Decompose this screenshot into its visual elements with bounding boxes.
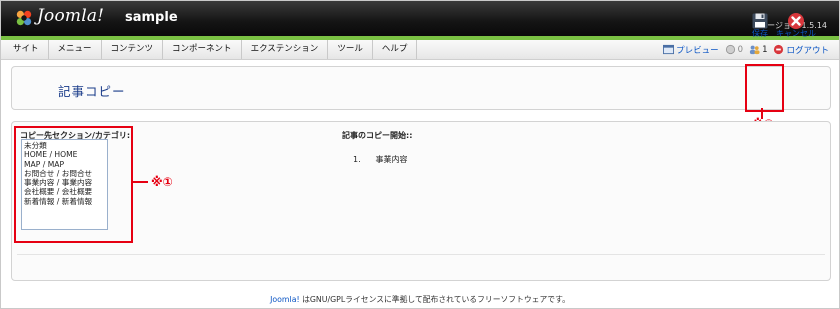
main-menubar: サイト メニュー コンテンツ コンポーネント エクステンション ツール ヘルプ …	[1, 40, 839, 60]
users-icon	[749, 45, 760, 55]
page-title: 記事コピー	[58, 84, 126, 99]
menu-item-extensions[interactable]: エクステンション	[242, 40, 329, 59]
copy-item-number: 1.	[353, 155, 361, 164]
annotation-box-save	[745, 64, 784, 112]
menu-item-components[interactable]: コンポーネント	[163, 40, 242, 59]
menu-list: サイト メニュー コンテンツ コンポーネント エクステンション ツール ヘルプ	[4, 40, 418, 59]
preview-link[interactable]: プレビュー	[663, 44, 719, 56]
joomla-logo-icon	[16, 10, 32, 26]
messages-icon	[725, 44, 735, 55]
copy-heading: 記事のコピー開始::	[342, 131, 413, 140]
brand-name: Joomla!	[37, 6, 105, 26]
content-panel: コピー先セクション/カテゴリ: 未分類 HOME / HOME MAP / MA…	[11, 121, 831, 281]
footer-text: はGNU/GPLライセンスに準拠して配布されているフリーソフトウェアです。	[299, 295, 570, 304]
footer: Joomla! はGNU/GPLライセンスに準拠して配布されているフリーソフトウ…	[0, 294, 840, 305]
divider	[17, 254, 825, 255]
save-label: 保存	[752, 29, 768, 38]
logout-link[interactable]: ログアウト	[773, 44, 829, 56]
joomla-link[interactable]: Joomla!	[270, 295, 300, 304]
cancel-button[interactable]: キャンセル	[774, 4, 818, 38]
menu-item-menus[interactable]: メニュー	[49, 40, 102, 59]
menu-item-content[interactable]: コンテンツ	[102, 40, 164, 59]
users-indicator[interactable]: 1	[749, 44, 767, 55]
menu-item-help[interactable]: ヘルプ	[373, 40, 418, 59]
save-button[interactable]: 保存	[742, 4, 778, 38]
site-name: sample	[125, 10, 178, 25]
copy-list-item: 1. 事業内容	[353, 154, 408, 165]
preview-label: プレビュー	[676, 45, 719, 56]
logout-label: ログアウト	[786, 45, 829, 56]
cancel-label: キャンセル	[776, 29, 816, 38]
users-count: 1	[762, 44, 768, 55]
copy-item-title: 事業内容	[375, 155, 408, 164]
messages-indicator[interactable]: 0	[725, 44, 743, 55]
menu-item-tools[interactable]: ツール	[328, 40, 373, 59]
status-area: プレビュー 0 1 ログアウト	[663, 40, 829, 59]
annotation-box-category	[14, 126, 133, 243]
menu-item-site[interactable]: サイト	[4, 40, 49, 59]
toolbar-panel: 記事コピー	[11, 66, 831, 110]
annotation-leader-1	[131, 181, 148, 183]
messages-count: 0	[737, 44, 744, 55]
annotation-note-1: ※①	[151, 175, 173, 189]
logout-icon	[774, 44, 784, 55]
admin-header: Joomla! sample バージョン 1.5.14	[1, 1, 839, 36]
preview-icon	[663, 44, 675, 55]
